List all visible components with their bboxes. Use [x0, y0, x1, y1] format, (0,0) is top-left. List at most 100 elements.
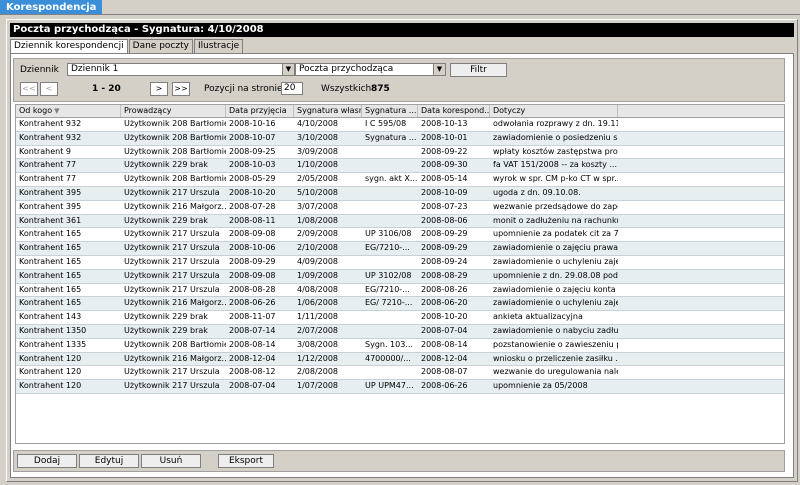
table-cell: Użytkownik 217 Urszula	[124, 243, 220, 253]
filter-button[interactable]: Filtr	[450, 63, 507, 77]
table-cell: 2008-09-24	[421, 256, 468, 266]
dziennik-select[interactable]: Dziennik 1 ▼	[67, 63, 295, 76]
column-header-sygnatura-wlasna[interactable]: Sygnatura własna	[294, 105, 362, 117]
table-cell: 2/10/2008	[297, 243, 339, 253]
table-row[interactable]: Kontrahent 361 Użytkownik 229 brak 2008-08…	[16, 214, 784, 229]
table-cell: 2008-10-07	[229, 132, 276, 142]
table-cell: 2008-08-14	[421, 339, 468, 349]
table-cell: 2008-10-20	[229, 187, 276, 197]
table-row[interactable]: Kontrahent 165 Użytkownik 217 Urszula 2008…	[16, 284, 784, 298]
delete-button[interactable]: Usuń	[141, 454, 201, 468]
dziennik-select-value: Dziennik 1	[71, 64, 119, 74]
column-header-dotyczy[interactable]: Dotyczy	[490, 105, 618, 117]
table-cell: 1/11/2008	[297, 312, 339, 322]
table-cell: sygn. akt X...	[365, 174, 418, 184]
table-cell: 2008-07-04	[229, 381, 276, 391]
table-cell: Użytkownik 208 Bartłomiej	[124, 174, 226, 184]
column-header-sygnatura[interactable]: Sygnatura ...	[362, 105, 418, 117]
table-row[interactable]: Kontrahent 120 Użytkownik 217 Urszula 2008…	[16, 380, 784, 394]
dziennik-label: Dziennik	[20, 65, 59, 75]
edit-button[interactable]: Edytuj	[79, 454, 139, 468]
table-row[interactable]: Kontrahent 77 Użytkownik 229 brak 2008-10-…	[16, 159, 784, 174]
table-cell: Użytkownik 208 Bartłomiej	[124, 146, 226, 156]
table-row[interactable]: Kontrahent 165 Użytkownik 217 Urszula 2008…	[16, 228, 784, 243]
table-row[interactable]: Kontrahent 395 Użytkownik 216 Małgorz... 2…	[16, 201, 784, 215]
table-cell: EG/7210-...	[365, 284, 410, 294]
per-page-input[interactable]: 20	[281, 82, 303, 95]
table-row[interactable]: Kontrahent 120 Użytkownik 217 Urszula 2008…	[16, 366, 784, 381]
last-page-button[interactable]: >>	[172, 82, 190, 96]
table-row[interactable]: Kontrahent 932 Użytkownik 208 Bartłomiej 2…	[16, 131, 784, 146]
table-cell: 2008-08-12	[229, 367, 276, 377]
table-cell: zawiadomienie o zajęciu konta ...	[493, 284, 618, 294]
table-row[interactable]: Kontrahent 165 Użytkownik 217 Urszula 2008…	[16, 242, 784, 256]
table-cell: 3/07/2008	[297, 201, 339, 211]
table-cell: 3/10/2008	[297, 132, 339, 142]
prev-page-button[interactable]: <	[40, 82, 58, 96]
table-cell: UP 3102/08	[365, 270, 412, 280]
first-page-button[interactable]: <<	[20, 82, 38, 96]
table-row[interactable]: Kontrahent 9 Użytkownik 208 Bartłomiej 200…	[16, 146, 784, 160]
add-button[interactable]: Dodaj	[17, 454, 77, 468]
column-header-data-korespondencji[interactable]: Data korespond...	[418, 105, 490, 117]
table-cell: 2008-08-11	[229, 215, 276, 225]
mail-type-select[interactable]: Poczta przychodząca ▼	[295, 63, 446, 76]
table-row[interactable]: Kontrahent 395 Użytkownik 217 Urszula 2008…	[16, 186, 784, 201]
table-cell: 2008-09-25	[229, 146, 276, 156]
table-row[interactable]: Kontrahent 143 Użytkownik 229 brak 2008-11…	[16, 311, 784, 325]
table-cell: 2/05/2008	[297, 174, 339, 184]
table-cell: EG/ 7210-...	[365, 298, 413, 308]
table-row[interactable]: Kontrahent 1335 Użytkownik 208 Bartłomiej…	[16, 339, 784, 353]
table-row[interactable]: Kontrahent 165 Użytkownik 217 Urszula 2008…	[16, 269, 784, 284]
next-page-button[interactable]: >	[150, 82, 168, 96]
table-cell: 2008-08-06	[421, 215, 468, 225]
table-cell: 1/08/2008	[297, 215, 339, 225]
total-count: 875	[371, 84, 390, 94]
table-cell: Użytkownik 216 Małgorz...	[124, 353, 226, 363]
table-cell: Kontrahent 361	[19, 215, 82, 225]
table-row[interactable]: Kontrahent 1350 Użytkownik 229 brak 2008-0…	[16, 324, 784, 339]
table-cell: 2/08/2008	[297, 367, 339, 377]
table-cell: Kontrahent 120	[19, 353, 82, 363]
table-cell: Użytkownik 208 Bartłomiej	[124, 119, 226, 128]
table-cell: 2008-10-06	[229, 243, 276, 253]
table-cell: 2008-12-04	[421, 353, 468, 363]
tab-dane-poczty[interactable]: Dane poczty	[128, 39, 193, 53]
table-cell: Użytkownik 217 Urszula	[124, 270, 220, 280]
table-cell: Kontrahent 120	[19, 367, 82, 377]
table-cell: 2008-10-13	[421, 119, 468, 128]
table-cell: 2008-08-14	[229, 339, 276, 349]
table-cell: upomnienie za 05/2008	[493, 381, 588, 391]
chevron-down-icon: ▼	[433, 64, 445, 75]
table-cell: 3/08/2008	[297, 339, 339, 349]
column-header-prowadzacy[interactable]: Prowadzący	[121, 105, 226, 117]
export-button[interactable]: Eksport	[218, 454, 274, 468]
correspondence-table: Od kogo ▼ Prowadzący Data przyjęcia Sygna…	[15, 104, 785, 444]
table-cell: EG/7210-...	[365, 243, 410, 253]
table-cell: 2008-07-14	[229, 325, 276, 335]
column-header-data-przyjecia[interactable]: Data przyjęcia	[226, 105, 294, 117]
table-row[interactable]: Kontrahent 77 Użytkownik 208 Bartłomiej 20…	[16, 173, 784, 187]
tab-ilustracje[interactable]: Ilustracje	[193, 39, 244, 53]
table-cell: zawiadomienie o nabyciu zadłuż...	[493, 325, 618, 335]
table-cell: 2008-10-16	[229, 119, 276, 128]
table-cell: 2008-06-20	[421, 298, 468, 308]
tab-dziennik-korespondencji[interactable]: Dziennik korespondencji	[10, 39, 128, 54]
table-cell: 3/09/2008	[297, 146, 339, 156]
table-cell: 2008-10-01	[421, 132, 468, 142]
table-cell: 2008-09-29	[421, 229, 468, 239]
table-row[interactable]: Kontrahent 165 Użytkownik 217 Urszula 2008…	[16, 256, 784, 270]
action-bar: Dodaj Edytuj Usuń Eksport	[13, 450, 785, 472]
table-row[interactable]: Kontrahent 120 Użytkownik 216 Małgorz... 2…	[16, 352, 784, 367]
table-cell: 2008-05-29	[229, 174, 276, 184]
table-cell: Użytkownik 229 brak	[124, 215, 208, 225]
table-row[interactable]: Kontrahent 932 Użytkownik 208 Bartłomiej 2…	[16, 118, 784, 132]
table-cell: 2008-07-28	[229, 201, 276, 211]
table-cell: Użytkownik 229 brak	[124, 325, 208, 335]
table-cell: UP 3106/08	[365, 229, 412, 239]
table-cell: 4/08/2008	[297, 284, 339, 294]
table-cell: Kontrahent 120	[19, 381, 82, 391]
column-header-od-kogo[interactable]: Od kogo ▼	[16, 105, 121, 117]
table-row[interactable]: Kontrahent 165 Użytkownik 216 Małgorz... 2…	[16, 297, 784, 312]
app-tab-korespondencja[interactable]: Korespondencja	[0, 0, 103, 15]
